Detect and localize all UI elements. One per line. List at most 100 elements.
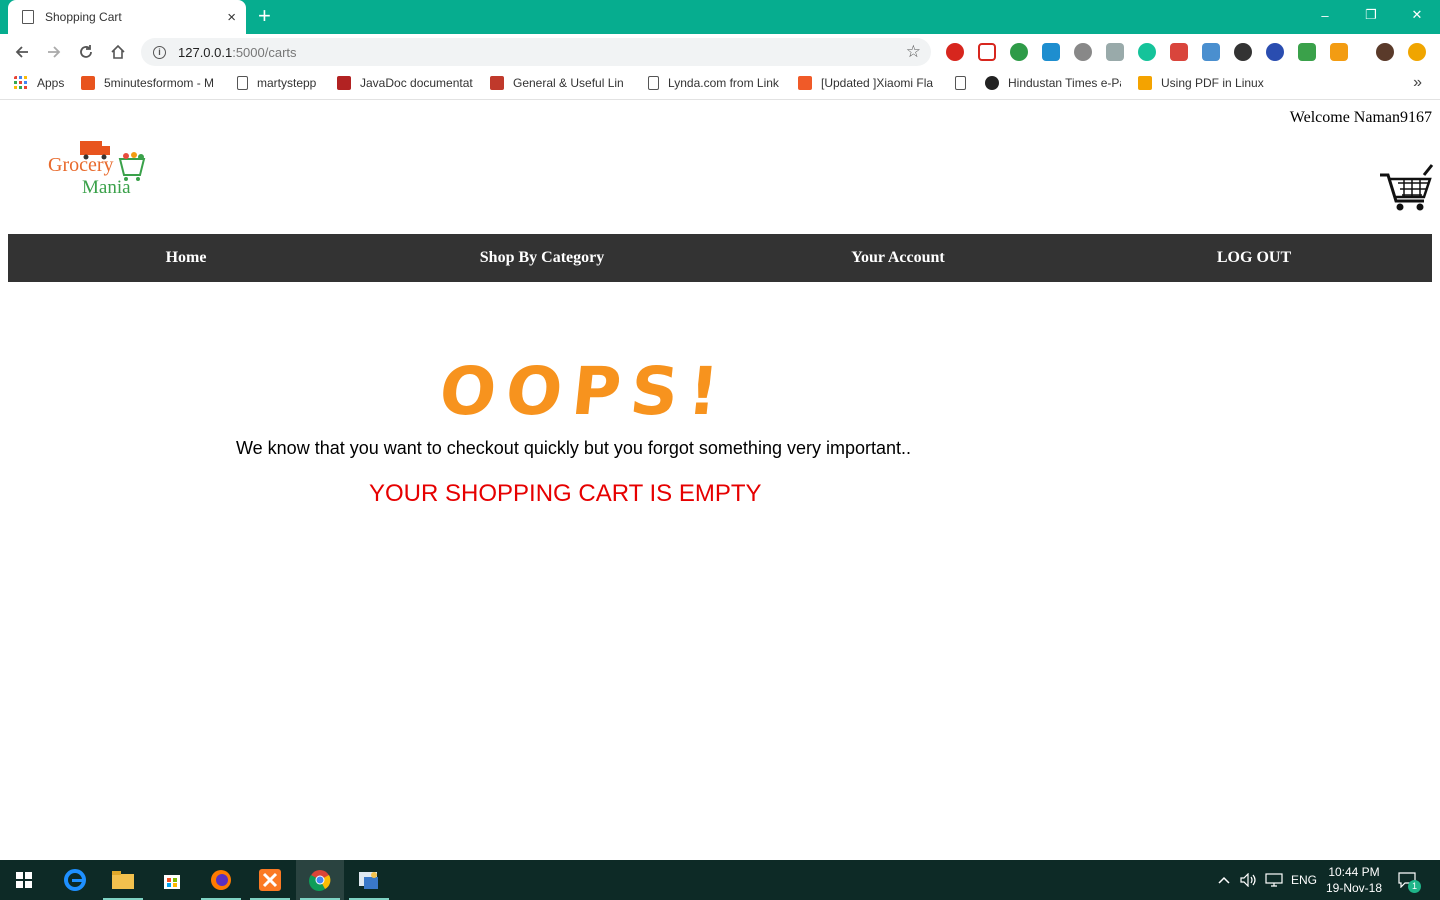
start-button[interactable]: [0, 860, 48, 900]
site-icon: [490, 76, 504, 90]
folder-icon: [112, 871, 134, 889]
nav-shop-by-category[interactable]: Shop By Category: [364, 234, 720, 282]
extension-icon[interactable]: [1074, 43, 1092, 61]
home-icon: [111, 44, 125, 59]
bookmark-item[interactable]: [955, 76, 975, 90]
store-taskbar-app[interactable]: [148, 860, 196, 900]
download-extension-icon[interactable]: [1106, 43, 1124, 61]
svg-text:Grocery: Grocery: [48, 154, 114, 176]
volume-button[interactable]: [1240, 860, 1256, 900]
apps-grid-icon: [14, 76, 27, 89]
windows-taskbar: ENG 10:44 PM 19-Nov-18 1: [0, 860, 1440, 900]
bookmark-item[interactable]: General & Useful Lin: [490, 76, 628, 90]
extension-icon[interactable]: [1266, 43, 1284, 61]
page-icon: [648, 76, 659, 90]
clock[interactable]: 10:44 PM 19-Nov-18: [1318, 864, 1390, 896]
clock-time: 10:44 PM: [1328, 865, 1380, 879]
bookmark-item[interactable]: Lynda.com from Link: [648, 76, 782, 90]
bookmark-item[interactable]: 5minutesformom - M: [81, 76, 217, 90]
grocery-mania-logo[interactable]: Grocery Mania: [46, 137, 150, 199]
show-hidden-icons-button[interactable]: [1218, 860, 1230, 900]
xampp-taskbar-app[interactable]: [246, 860, 294, 900]
nav-home[interactable]: Home: [8, 234, 364, 282]
site-icon: [337, 76, 351, 90]
app-icon: [359, 872, 378, 889]
back-button[interactable]: [10, 40, 34, 64]
adblock-extension-icon[interactable]: [946, 43, 964, 61]
arrow-right-icon: [48, 46, 61, 58]
bookmark-item[interactable]: martystepp: [237, 76, 316, 90]
store-icon: [164, 875, 180, 889]
oops-heading: OOPS!: [435, 353, 733, 430]
edge-taskbar-app[interactable]: [51, 860, 99, 900]
firefox-icon: [211, 870, 231, 890]
browser-toolbar: i 127.0.0.1:5000/carts ☆: [0, 34, 1440, 70]
bookmark-item[interactable]: [Updated ]Xiaomi Fla: [798, 76, 936, 90]
shopping-cart-icon[interactable]: [1378, 161, 1434, 213]
video-extension-icon[interactable]: [978, 43, 996, 61]
minimize-button[interactable]: –: [1302, 0, 1348, 30]
bookmark-star-icon[interactable]: ☆: [906, 42, 921, 62]
svg-text:Mania: Mania: [82, 177, 131, 198]
extension-icon[interactable]: [1042, 43, 1060, 61]
update-alert-icon[interactable]: [1408, 43, 1426, 61]
bookmark-apps[interactable]: Apps: [14, 76, 64, 90]
grammarly-extension-icon[interactable]: [1138, 43, 1156, 61]
browser-tab[interactable]: Shopping Cart ×: [8, 0, 246, 34]
bookmark-item[interactable]: Hindustan Times e-Pa: [985, 76, 1121, 90]
info-icon[interactable]: i: [153, 45, 166, 59]
speaker-icon: [1240, 873, 1256, 887]
browser-titlebar: Shopping Cart × + – ❐ ✕: [0, 0, 1440, 34]
new-tab-button[interactable]: +: [258, 3, 271, 29]
welcome-text: Welcome Naman9167: [1289, 109, 1432, 126]
more-bookmarks-icon[interactable]: »: [1413, 74, 1422, 92]
page-icon: [237, 76, 248, 90]
edge-icon: [64, 869, 86, 891]
pdf-icon: [1138, 76, 1152, 90]
forward-button[interactable]: [42, 40, 66, 64]
extension-icon[interactable]: [1010, 43, 1028, 61]
bookmarks-bar: Apps 5minutesformom - M martystepp JavaD…: [0, 70, 1440, 100]
address-bar[interactable]: i 127.0.0.1:5000/carts ☆: [141, 38, 931, 66]
bookmark-item[interactable]: Using PDF in Linux: [1138, 76, 1264, 90]
page-icon: [22, 10, 34, 24]
home-button[interactable]: [106, 40, 130, 64]
language-indicator[interactable]: ENG: [1291, 860, 1317, 900]
url-text: 127.0.0.1:5000/carts: [178, 44, 297, 60]
extension-icon[interactable]: [1298, 43, 1316, 61]
tab-close-icon[interactable]: ×: [227, 9, 236, 26]
extension-icon[interactable]: [1202, 43, 1220, 61]
page-icon: [955, 76, 966, 90]
reload-icon: [80, 45, 92, 58]
tab-title: Shopping Cart: [45, 10, 122, 24]
arrow-left-icon: [15, 46, 28, 58]
nav-log-out[interactable]: LOG OUT: [1076, 234, 1432, 282]
extension-icon[interactable]: [1170, 43, 1188, 61]
profile-avatar[interactable]: [1376, 43, 1394, 61]
xampp-icon: [259, 869, 281, 891]
network-button[interactable]: [1265, 860, 1283, 900]
reload-button[interactable]: [74, 40, 98, 64]
nav-your-account[interactable]: Your Account: [720, 234, 1076, 282]
site-icon: [81, 76, 95, 90]
close-window-button[interactable]: ✕: [1394, 0, 1440, 30]
miui-icon: [798, 76, 812, 90]
clock-date: 19-Nov-18: [1325, 881, 1383, 895]
chrome-taskbar-app[interactable]: [296, 860, 344, 900]
action-center-button[interactable]: 1: [1398, 860, 1421, 900]
extension-icon[interactable]: [1234, 43, 1252, 61]
extension-icon[interactable]: [1330, 43, 1348, 61]
network-icon: [1265, 873, 1283, 887]
file-explorer-taskbar-app[interactable]: [99, 860, 147, 900]
chrome-icon: [309, 870, 331, 891]
restore-button[interactable]: ❐: [1348, 0, 1394, 30]
app-taskbar-app[interactable]: [345, 860, 393, 900]
bookmark-item[interactable]: JavaDoc documentati: [337, 76, 473, 90]
checkout-message: We know that you want to checkout quickl…: [236, 438, 912, 458]
windows-logo-icon: [16, 872, 32, 888]
site-icon: [985, 76, 999, 90]
page-content: Welcome Naman9167 Grocery Mania Home Sho…: [0, 101, 1440, 860]
firefox-taskbar-app[interactable]: [197, 860, 245, 900]
chevron-up-icon: [1218, 876, 1230, 884]
empty-cart-message: YOUR SHOPPING CART IS EMPTY: [369, 480, 762, 507]
